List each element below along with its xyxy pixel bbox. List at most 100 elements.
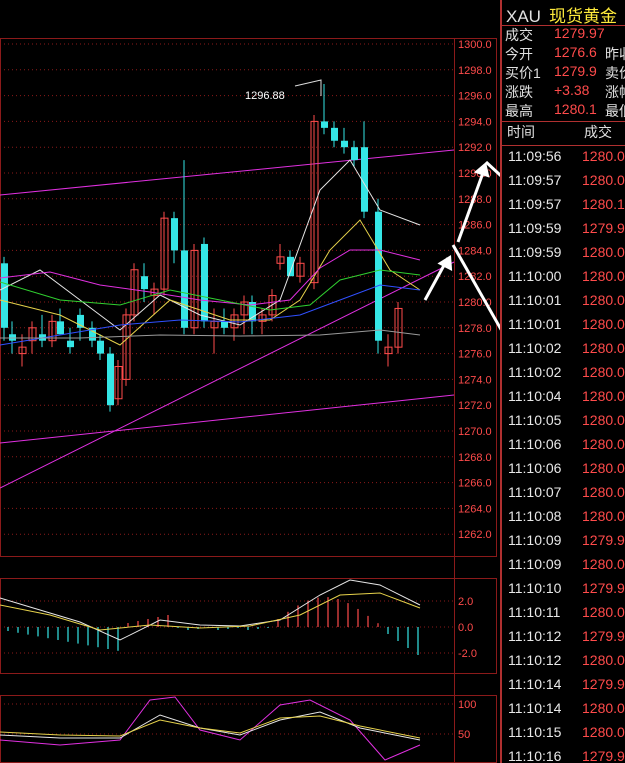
instrument-name: 现货黄金 — [548, 7, 617, 26]
kdj-axis-label: 50 — [458, 729, 470, 741]
price-axis-label: 1276.0 — [458, 349, 492, 361]
tick-row[interactable]: 11:09:59 1280.0 — [502, 244, 625, 268]
tick-price: 1280.0 — [582, 508, 625, 524]
tick-row[interactable]: 11:09:59 1279.9 — [502, 220, 625, 244]
kline-chart-area[interactable]: 1300.0 1298.0 1296.0 1294.0 1292.0 1290.0 1288… — [0, 0, 500, 763]
candle-body — [1, 263, 8, 328]
tick-row[interactable]: 11:10:02 1280.0 — [502, 364, 625, 388]
tick-row[interactable]: 11:10:04 1280.0 — [502, 388, 625, 412]
tick-row[interactable]: 11:10:06 1280.0 — [502, 460, 625, 484]
tick-time: 11:10:06 — [508, 436, 562, 452]
candle-body — [321, 121, 328, 128]
tick-time: 11:10:12 — [508, 628, 562, 644]
tick-price: 1280.0 — [582, 292, 625, 308]
price-axis-label: 1270.0 — [458, 426, 492, 438]
tick-row[interactable]: 11:10:10 1279.9 — [502, 580, 625, 604]
tick-time: 11:10:05 — [508, 412, 562, 428]
candle-body — [77, 314, 84, 328]
quote-value: 1279.97 — [554, 25, 605, 41]
macd-axis-label: -2.0 — [458, 648, 477, 660]
tick-price: 1280.0 — [582, 724, 625, 740]
divider — [502, 145, 625, 146]
tick-time: 11:10:16 — [508, 748, 562, 763]
quote-extra-label: 昨收 — [605, 46, 625, 62]
quote-label: 最高 — [505, 103, 533, 119]
tick-row[interactable]: 11:10:06 1280.0 — [502, 436, 625, 460]
tick-row[interactable]: 11:10:01 1280.0 — [502, 316, 625, 340]
tick-price: 1280.0 — [582, 652, 625, 668]
tick-row[interactable]: 11:10:05 1280.0 — [502, 412, 625, 436]
tick-time: 11:10:02 — [508, 364, 562, 380]
tick-time: 11:10:11 — [508, 604, 561, 620]
tick-time: 11:10:15 — [508, 724, 562, 740]
tick-time: 11:10:01 — [508, 316, 562, 332]
candle-body — [201, 243, 208, 322]
instrument-code: XAU — [506, 7, 541, 26]
instrument-title: XAU 现货黄金 — [506, 2, 617, 27]
tick-price: 1279.9 — [582, 676, 625, 692]
quote-extra-label: 最低 — [605, 103, 625, 119]
tick-time: 11:09:59 — [508, 220, 562, 236]
tick-row[interactable]: 11:10:02 1280.0 — [502, 340, 625, 364]
tick-table-header: 时间 成交 — [502, 122, 625, 144]
tick-row[interactable]: 11:10:14 1280.0 — [502, 700, 625, 724]
tick-row[interactable]: 11:09:57 1280.1 — [502, 196, 625, 220]
macd-axis-label: 2.0 — [458, 596, 473, 608]
quote-value: 1280.1 — [554, 101, 597, 117]
tick-row[interactable]: 11:10:12 1280.0 — [502, 652, 625, 676]
tick-time: 11:10:00 — [508, 268, 562, 284]
tick-price: 1280.0 — [582, 340, 625, 356]
chart-canvas[interactable]: 1300.01298.01296.01294.01292.01290.01288… — [0, 0, 500, 763]
quote-value: +3.38 — [554, 82, 590, 98]
candle-body — [375, 211, 382, 341]
tick-row[interactable]: 11:09:56 1280.0 — [502, 148, 625, 172]
macd-line — [0, 592, 421, 631]
quote-value: 1276.6 — [554, 44, 597, 60]
candle-body — [331, 127, 338, 141]
tick-row[interactable]: 11:10:15 1280.0 — [502, 724, 625, 748]
price-axis-label: 1278.0 — [458, 323, 492, 335]
candle-body — [181, 250, 188, 328]
candle-body — [287, 256, 294, 277]
tick-price: 1280.0 — [582, 436, 625, 452]
price-axis-label: 1296.0 — [458, 91, 492, 103]
tick-row[interactable]: 11:10:01 1280.0 — [502, 292, 625, 316]
candle-body — [97, 340, 104, 354]
tick-row[interactable]: 11:10:00 1280.0 — [502, 268, 625, 292]
price-axis-label: 1266.0 — [458, 478, 492, 490]
quote-extra-label: 涨幅 — [605, 84, 625, 100]
high-marker-label: 1296.88 — [245, 90, 285, 102]
kdj-line — [0, 711, 421, 741]
quote-label: 今开 — [505, 46, 533, 62]
high-marker-line — [294, 79, 322, 96]
tick-price: 1280.0 — [582, 556, 625, 572]
candle-body — [341, 140, 348, 148]
header-price: 成交 — [584, 124, 612, 140]
quote-row-bid: 买价1 1279.9 卖价 — [502, 63, 625, 83]
quote-panel: XAU 现货黄金 成交 1279.97 今开 1276.6 昨收 买价1 1279… — [500, 0, 625, 763]
price-axis-label: 1298.0 — [458, 65, 492, 77]
tick-row[interactable]: 11:10:09 1280.0 — [502, 556, 625, 580]
tick-price: 1280.0 — [582, 268, 625, 284]
tick-row[interactable]: 11:10:08 1280.0 — [502, 508, 625, 532]
tick-row[interactable]: 11:10:11 1280.0 — [502, 604, 625, 628]
price-axis-label: 1294.0 — [458, 116, 492, 128]
tick-row[interactable]: 11:10:14 1279.9 — [502, 676, 625, 700]
candle-body — [67, 340, 74, 348]
tick-row[interactable]: 11:10:09 1279.9 — [502, 532, 625, 556]
tick-row[interactable]: 11:10:16 1279.9 — [502, 748, 625, 763]
price-axis-label: 1292.0 — [458, 142, 492, 154]
tick-time: 11:10:08 — [508, 508, 562, 524]
tick-price: 1280.0 — [582, 172, 625, 188]
tick-price: 1280.0 — [582, 388, 625, 404]
tick-row[interactable]: 11:09:57 1280.0 — [502, 172, 625, 196]
tick-row[interactable]: 11:10:07 1280.0 — [502, 484, 625, 508]
tick-time: 11:09:59 — [508, 244, 562, 260]
tick-price: 1280.0 — [582, 148, 625, 164]
tick-price: 1280.0 — [582, 604, 625, 620]
ma-line — [0, 159, 421, 331]
tick-time: 11:10:10 — [508, 580, 562, 596]
tick-row[interactable]: 11:10:12 1279.9 — [502, 628, 625, 652]
candle-body — [107, 353, 114, 406]
ma-line — [0, 269, 421, 311]
